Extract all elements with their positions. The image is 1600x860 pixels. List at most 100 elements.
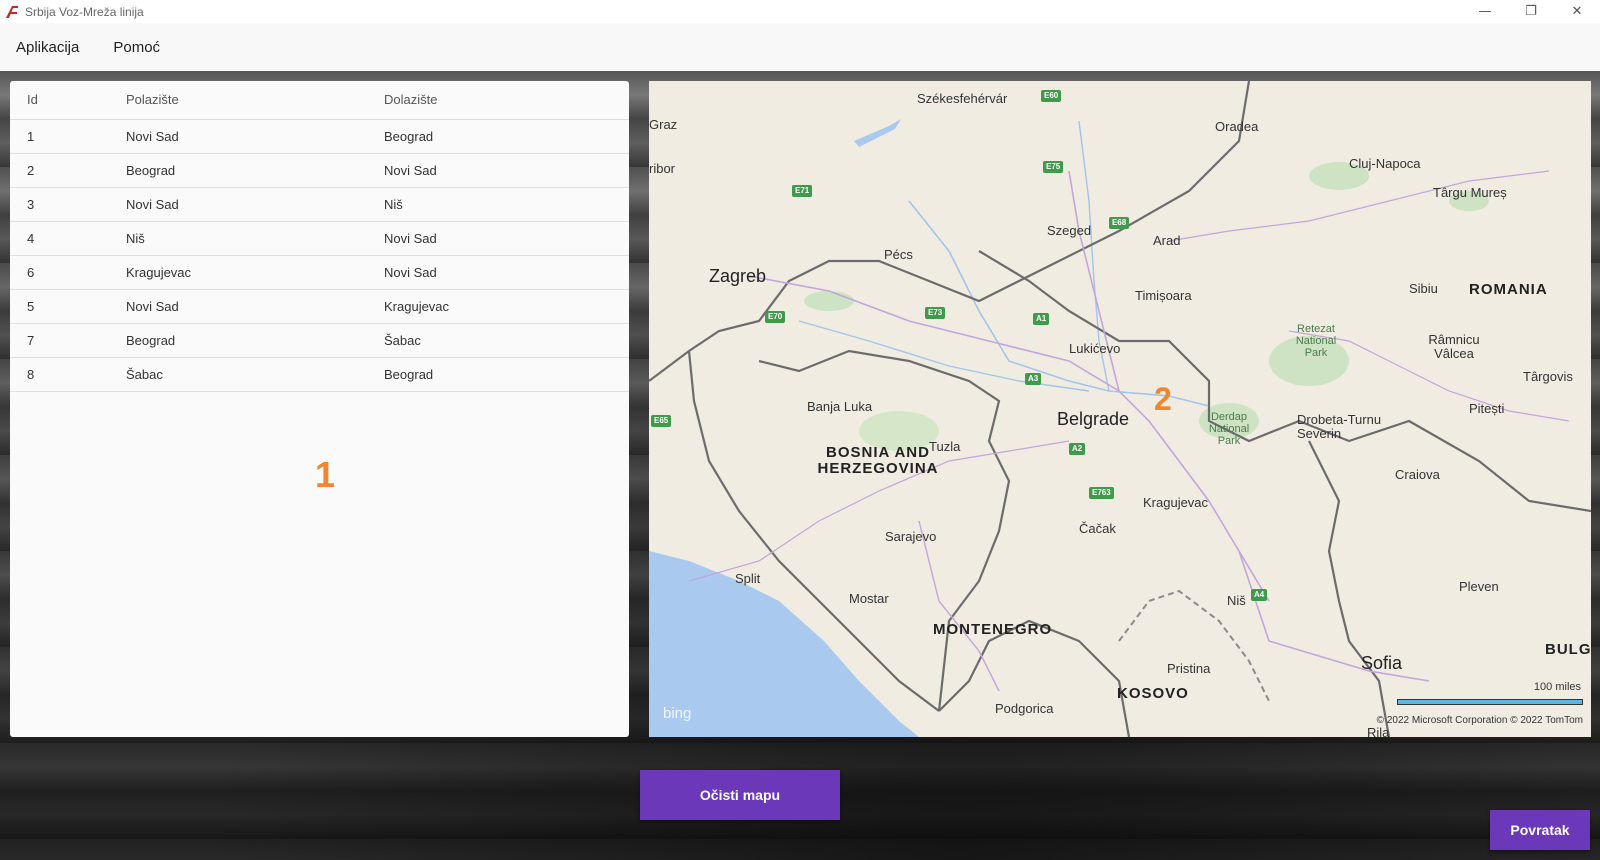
- map-label-city: Sarajevo: [885, 529, 937, 544]
- map-label-city: Sofia: [1361, 653, 1403, 673]
- river: [798, 320, 1090, 392]
- road-shield: A4: [1251, 589, 1268, 601]
- map-label-park: Retezat National Park: [1295, 323, 1337, 359]
- map-label-city: Székesfehérvár: [917, 91, 1008, 106]
- table-row[interactable]: 6 Kragujevac Novi Sad: [10, 255, 629, 290]
- routes-table: Id Polazište Dolazište 1 Novi Sad Beogra…: [10, 81, 629, 392]
- road-shield: E60: [1041, 90, 1062, 102]
- app-logo-icon: [6, 5, 18, 18]
- column-header-from[interactable]: Polazište: [112, 81, 372, 120]
- cell-from: Beograd: [112, 153, 372, 188]
- cell-from: Beograd: [112, 323, 372, 358]
- map-label-city: Râmnicu Vâlcea: [1428, 332, 1480, 361]
- road-shield: A3: [1025, 373, 1042, 385]
- border-line: [649, 81, 1251, 382]
- map-label-city: Podgorica: [995, 701, 1054, 716]
- cell-to: Novi Sad: [372, 221, 629, 256]
- column-header-id[interactable]: Id: [10, 81, 112, 120]
- cell-to: Beograd: [372, 119, 629, 154]
- map-label-country: BOSNIA AND HERZEGOVINA: [817, 444, 939, 477]
- forest-patch: [804, 291, 854, 311]
- cell-id: 6: [10, 255, 112, 290]
- map-copyright: © 2022 Microsoft Corporation © 2022 TomT…: [1376, 715, 1583, 726]
- table-row[interactable]: 7 Beograd Šabac: [10, 323, 629, 358]
- cell-id: 3: [10, 187, 112, 222]
- map-scale-bar: [1397, 699, 1583, 705]
- table-header-row: Id Polazište Dolazište: [10, 81, 629, 120]
- menu-item-aplikacija[interactable]: Aplikacija: [16, 39, 79, 56]
- map-label-city: Rila: [1367, 725, 1390, 737]
- table-row[interactable]: 4 Niš Novi Sad: [10, 221, 629, 256]
- cell-to: Novi Sad: [372, 255, 629, 290]
- map-label-city: Drobeta-Turnu Severin: [1297, 412, 1382, 441]
- map-label-city: Niš: [1227, 593, 1246, 608]
- window-controls: — ❐ ✕: [1462, 0, 1600, 23]
- cell-id: 5: [10, 289, 112, 324]
- menu-item-pomoc[interactable]: Pomoć: [113, 39, 160, 56]
- title-bar: Srbija Voz-Mreža linija — ❐ ✕: [0, 0, 1600, 23]
- annotation-marker-1: 1: [315, 454, 336, 495]
- cell-to: Beograd: [372, 357, 629, 392]
- table-row[interactable]: 1 Novi Sad Beograd: [10, 119, 629, 154]
- road-shield: E71: [792, 185, 813, 197]
- map-label-city: Čačak: [1079, 521, 1116, 536]
- minimize-button[interactable]: —: [1462, 0, 1508, 23]
- cell-to: Niš: [372, 187, 629, 222]
- menu-bar: Aplikacija Pomoć: [0, 23, 1600, 71]
- road-shield: A2: [1069, 443, 1086, 455]
- back-button[interactable]: Povratak: [1490, 810, 1590, 850]
- table-row[interactable]: 2 Beograd Novi Sad: [10, 153, 629, 188]
- map-label-city: Szeged: [1047, 223, 1092, 238]
- table-row[interactable]: 5 Novi Sad Kragujevac: [10, 289, 629, 324]
- map-label-country: MONTENEGRO: [933, 621, 1053, 638]
- map-label-city: Târgu Mureș: [1433, 185, 1507, 200]
- cell-from: Novi Sad: [112, 119, 372, 154]
- road-shield: A1: [1033, 313, 1050, 325]
- cell-from: Niš: [112, 221, 372, 256]
- road-shield: E75: [1043, 161, 1064, 173]
- column-header-to[interactable]: Dolazište: [372, 81, 629, 120]
- map-label-city: Craiova: [1395, 467, 1440, 482]
- border-line: [938, 619, 1131, 737]
- cell-id: 7: [10, 323, 112, 358]
- map-label-city: Pleven: [1459, 579, 1499, 594]
- table-row[interactable]: 3 Novi Sad Niš: [10, 187, 629, 222]
- map-label-city: Lukićevo: [1069, 341, 1121, 356]
- lake-shape: [854, 119, 901, 147]
- maximize-button[interactable]: ❐: [1508, 0, 1554, 23]
- cell-from: Novi Sad: [112, 289, 372, 324]
- map-label-country: BULGA: [1545, 641, 1591, 658]
- map-label-city: Cluj-Napoca: [1349, 156, 1421, 171]
- border-line: [1308, 440, 1391, 737]
- map-label-city: Oradea: [1215, 119, 1259, 134]
- road-shield: E763: [1089, 487, 1114, 499]
- map-label-city: Mostar: [849, 591, 889, 606]
- cell-from: Šabac: [112, 357, 372, 392]
- map-label-city: Zagreb: [709, 266, 767, 286]
- cell-id: 8: [10, 357, 112, 392]
- map-label-city: Pécs: [884, 247, 913, 262]
- map-label-city: Graz: [649, 117, 678, 132]
- cell-to: Kragujevac: [372, 289, 629, 324]
- map-label-city: Arad: [1153, 233, 1181, 248]
- map-scale-label: 100 miles: [1533, 681, 1581, 693]
- close-button[interactable]: ✕: [1554, 0, 1600, 23]
- cell-id: 2: [10, 153, 112, 188]
- map-label-city: Târgovis: [1523, 369, 1573, 384]
- cell-id: 1: [10, 119, 112, 154]
- cell-from: Kragujevac: [112, 255, 372, 290]
- road-shield: E68: [1109, 217, 1130, 229]
- clear-map-button[interactable]: Očisti mapu: [640, 770, 840, 820]
- map-label-city: Split: [735, 571, 761, 586]
- map-label-city: ribor: [649, 161, 676, 176]
- cell-id: 4: [10, 221, 112, 256]
- annotation-marker-2: 2: [1154, 381, 1172, 417]
- map-view[interactable]: E60 E75 E71 E68 E73 A1 E70 A3 E65 A2 E76…: [649, 81, 1591, 737]
- routes-table-panel: Id Polazište Dolazište 1 Novi Sad Beogra…: [10, 81, 629, 737]
- map-label-city: Pitești: [1469, 401, 1505, 416]
- map-label-city: Pristina: [1167, 661, 1211, 676]
- table-row[interactable]: 8 Šabac Beograd: [10, 357, 629, 392]
- road-shield: E65: [651, 415, 672, 427]
- map-label-country: ROMANIA: [1469, 281, 1548, 298]
- bing-logo: bing: [663, 705, 692, 722]
